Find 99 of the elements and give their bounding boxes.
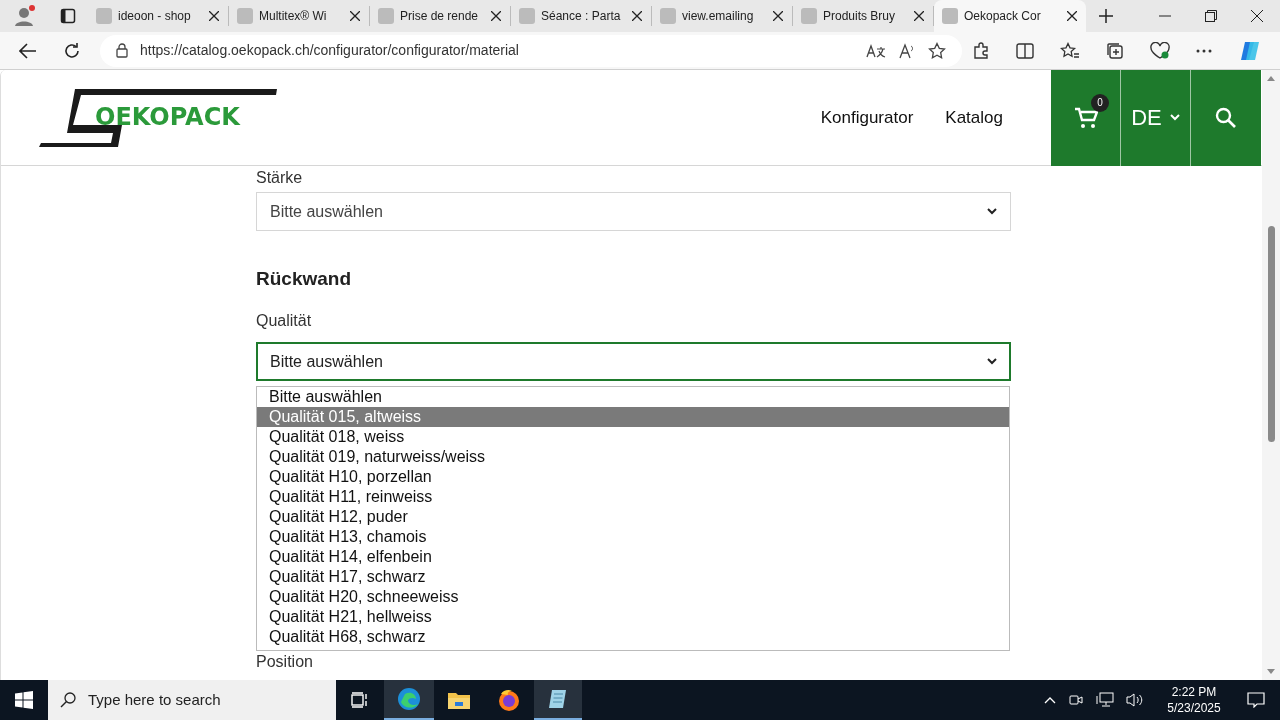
address-bar[interactable]: https://catalog.oekopack.ch/configurator/configurator/material <box>100 34 962 67</box>
cart-button[interactable]: 0 <box>1051 70 1121 166</box>
cart-count: 0 <box>1091 93 1109 112</box>
scrollbar[interactable] <box>1262 70 1280 680</box>
edge-taskbar-button[interactable] <box>384 680 434 720</box>
dropdown-option[interactable]: Qualität 018, weiss <box>257 427 1009 447</box>
lock-icon[interactable] <box>116 43 128 58</box>
browser-tab[interactable]: Prise de rende <box>370 6 511 26</box>
dropdown-option[interactable]: Qualität 015, altweiss <box>257 407 1009 427</box>
browser-tab[interactable]: Multitex® Wi <box>229 6 370 26</box>
close-icon[interactable] <box>1251 10 1263 22</box>
browser-tab[interactable]: Oekopack Cor <box>934 0 1086 32</box>
edge-icon <box>397 687 421 711</box>
tab-actions-icon[interactable] <box>60 8 76 24</box>
favicon-icon <box>96 8 112 24</box>
new-tab-icon[interactable] <box>1098 8 1114 24</box>
network-icon[interactable] <box>1096 692 1114 708</box>
reload-icon[interactable] <box>63 41 81 60</box>
meet-now-icon[interactable] <box>1068 692 1084 708</box>
tab-title: Séance : Parta <box>541 8 622 25</box>
dropdown-option[interactable]: Qualität H12, puder <box>257 507 1009 527</box>
dropdown-option[interactable]: Qualität H14, elfenbein <box>257 547 1009 567</box>
close-tab-icon[interactable] <box>350 11 360 21</box>
section-heading: Rückwand <box>256 267 353 291</box>
close-tab-icon[interactable] <box>914 11 924 21</box>
close-tab-icon[interactable] <box>773 11 783 21</box>
windows-start-icon[interactable] <box>15 691 33 709</box>
tab-title: Oekopack Cor <box>964 8 1042 25</box>
browser-tab[interactable]: ideoon - shop <box>88 6 229 26</box>
back-icon[interactable] <box>19 42 37 59</box>
heart-pulse-icon[interactable] <box>1150 41 1170 60</box>
more-icon[interactable] <box>1196 48 1212 53</box>
close-tab-icon[interactable] <box>209 11 219 21</box>
tab-title: ideoon - shop <box>118 8 192 25</box>
field-label: Stärke <box>256 168 303 188</box>
star-icon[interactable] <box>928 41 946 60</box>
clock-date[interactable]: 5/23/2025 <box>1167 700 1221 716</box>
favicon-icon <box>519 8 535 24</box>
close-tab-icon[interactable] <box>1067 11 1077 21</box>
favicon-icon <box>378 8 394 24</box>
dropdown-option[interactable]: Qualität H10, porzellan <box>257 467 1009 487</box>
tab-title: Produits Bruy <box>823 8 897 25</box>
search-icon <box>60 692 76 708</box>
close-tab-icon[interactable] <box>632 11 642 21</box>
search-icon <box>1215 106 1237 129</box>
field-label: Position <box>256 653 313 671</box>
tab-title: view.emailing <box>682 8 755 25</box>
dropdown-option[interactable]: Qualität 019, naturweiss/weiss <box>257 447 1009 467</box>
notifications-icon[interactable] <box>1247 692 1265 708</box>
logo-mark-icon[interactable] <box>39 88 277 147</box>
favicon-icon <box>801 8 817 24</box>
split-screen-icon[interactable] <box>1016 42 1034 59</box>
dropdown-option[interactable]: Qualität H68, schwarz <box>257 627 1009 647</box>
notepad-taskbar-button[interactable] <box>534 680 582 720</box>
tab-title: Prise de rende <box>400 8 480 25</box>
nav-link[interactable]: Katalog <box>945 104 1003 131</box>
chevron-down-icon <box>987 208 997 215</box>
logo-text[interactable]: OEKOPACK <box>95 102 240 131</box>
field-label: Qualität <box>256 311 313 331</box>
browser-tab[interactable]: Séance : Parta <box>511 6 652 26</box>
scroll-up-icon[interactable] <box>1267 76 1275 81</box>
browser-tab[interactable]: Produits Bruy <box>793 6 934 26</box>
dropdown-option[interactable]: Qualität H11, reinweiss <box>257 487 1009 507</box>
dropdown-option[interactable]: Bitte auswählen <box>257 387 1009 407</box>
language-selector[interactable]: DE <box>1121 70 1191 166</box>
chevron-down-icon <box>1169 114 1180 121</box>
favicon-icon <box>660 8 676 24</box>
read-aloud-icon[interactable] <box>898 42 916 59</box>
folder-icon[interactable] <box>447 690 471 710</box>
thickness-select[interactable]: Bitte auswählen <box>256 192 1011 231</box>
task-view-icon[interactable] <box>351 692 369 708</box>
favicon-icon <box>942 8 958 24</box>
taskbar-search-field[interactable]: Type here to search <box>48 680 336 720</box>
collections-icon[interactable] <box>1106 41 1124 60</box>
notepad-icon <box>547 688 569 710</box>
favorites-icon[interactable] <box>1060 41 1080 60</box>
scrollbar-thumb[interactable] <box>1267 226 1275 442</box>
volume-icon[interactable] <box>1126 692 1144 708</box>
chevron-down-icon <box>987 358 997 365</box>
quality-select[interactable]: Bitte auswählen <box>256 342 1011 381</box>
dropdown-option[interactable]: Qualität H17, schwarz <box>257 567 1009 587</box>
nav-link[interactable]: Konfigurator <box>820 104 914 131</box>
extensions-icon[interactable] <box>972 41 990 60</box>
dropdown-option[interactable]: Qualität H20, schneeweiss <box>257 587 1009 607</box>
tab-title: Multitex® Wi <box>259 8 328 25</box>
browser-tab[interactable]: view.emailing <box>652 6 793 26</box>
chevron-up-icon[interactable] <box>1044 696 1056 704</box>
profile-icon[interactable] <box>13 5 35 27</box>
translate-icon[interactable] <box>866 42 886 59</box>
cart-icon <box>1073 106 1098 129</box>
restore-icon[interactable] <box>1205 10 1217 22</box>
scroll-down-icon[interactable] <box>1267 669 1275 674</box>
dropdown-option[interactable]: Qualität H13, chamois <box>257 527 1009 547</box>
close-tab-icon[interactable] <box>491 11 501 21</box>
firefox-icon[interactable] <box>497 688 521 712</box>
url-text: https://catalog.oekopack.ch/configurator/configurator/material <box>140 41 520 60</box>
favicon-icon <box>237 8 253 24</box>
dropdown-option[interactable]: Qualität H21, hellweiss <box>257 607 1009 627</box>
clock-time[interactable]: 2:22 PM <box>1171 684 1217 700</box>
